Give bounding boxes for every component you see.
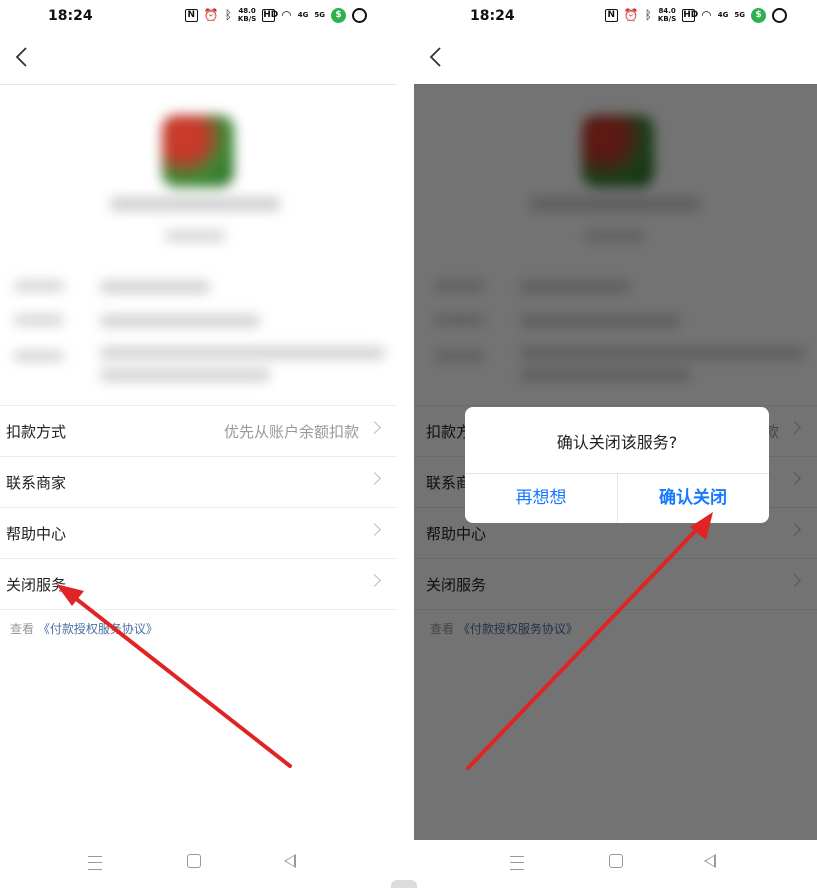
back-triangle-icon[interactable] <box>284 854 296 868</box>
signal-icon-2: 5G <box>314 11 325 19</box>
menu-icon[interactable] <box>88 856 102 870</box>
system-nav-bar <box>0 840 397 888</box>
merchant-logo <box>162 115 234 187</box>
dialog-title: 确认关闭该服务? <box>556 433 678 452</box>
chevron-left-icon[interactable] <box>10 44 36 70</box>
menu-item-close-service[interactable]: 关闭服务 <box>0 558 397 610</box>
network-speed: 48.0 KB/S <box>238 7 256 23</box>
alarm-icon: ⏰ <box>203 8 219 22</box>
alarm-icon: ⏰ <box>623 8 639 22</box>
chevron-right-icon <box>368 523 381 536</box>
chevron-right-icon <box>368 421 381 434</box>
screen-step-2: 18:24 N ⏰ ᛒ 84.0 KB/S HD ◠ 4G 5G $ 确认关闭该… <box>414 0 817 888</box>
wifi-icon: ◠ <box>701 8 712 22</box>
back-triangle-icon[interactable] <box>704 854 716 868</box>
network-speed: 84.0 KB/S <box>658 7 676 23</box>
menu-item-label: 帮助中心 <box>6 525 67 543</box>
chevron-right-icon <box>368 472 381 485</box>
network-speed-unit: KB/S <box>657 15 677 23</box>
loading-icon <box>772 7 787 23</box>
menu-item-label: 联系商家 <box>6 474 67 492</box>
nfc-icon: N <box>604 8 618 22</box>
shield-icon: $ <box>331 7 346 23</box>
settings-menu: 扣款方式 优先从账户余额扣款 联系商家 帮助中心 关闭服务 <box>0 405 397 610</box>
status-time: 18:24 <box>470 8 515 24</box>
bluetooth-icon: ᛒ <box>644 8 652 22</box>
bluetooth-icon: ᛒ <box>224 8 232 22</box>
agreement-text: 查看 《付款授权服务协议》 <box>10 620 158 637</box>
system-nav-bar <box>414 840 817 888</box>
loading-icon <box>352 7 367 23</box>
confirm-close-button[interactable]: 确认关闭 <box>617 473 769 523</box>
menu-item-value: 优先从账户余额扣款 <box>223 423 359 441</box>
home-icon[interactable] <box>187 854 201 868</box>
chevron-right-icon <box>368 574 381 587</box>
network-speed-value: 84.0 <box>658 7 676 15</box>
signal-icon-1: 4G <box>717 11 729 19</box>
status-bar: 18:24 N ⏰ ᛒ 84.0 KB/S HD ◠ 4G 5G $ <box>414 0 817 34</box>
hd-icon: HD <box>262 8 279 22</box>
agreement-prefix: 查看 <box>10 622 35 636</box>
nfc-icon: N <box>184 8 198 22</box>
chevron-left-icon[interactable] <box>424 44 450 70</box>
status-icons: N ⏰ ᛒ 48.0 KB/S HD ◠ 4G 5G $ <box>184 7 367 23</box>
menu-item-payment-method[interactable]: 扣款方式 优先从账户余额扣款 <box>0 405 397 456</box>
network-speed-unit: KB/S <box>237 15 257 23</box>
network-speed-value: 48.0 <box>238 7 256 15</box>
menu-item-label: 关闭服务 <box>6 576 67 594</box>
confirm-dialog: 确认关闭该服务? 再想想 确认关闭 <box>465 407 769 523</box>
panel-gap <box>397 0 414 888</box>
home-icon[interactable] <box>609 854 623 868</box>
screen-step-1: 18:24 N ⏰ ᛒ 48.0 KB/S HD ◠ 4G 5G $ 扣款方式 … <box>0 0 397 888</box>
menu-item-contact-merchant[interactable]: 联系商家 <box>0 456 397 507</box>
status-bar: 18:24 N ⏰ ᛒ 48.0 KB/S HD ◠ 4G 5G $ <box>0 0 397 34</box>
wifi-icon: ◠ <box>281 8 292 22</box>
status-icons: N ⏰ ᛒ 84.0 KB/S HD ◠ 4G 5G $ <box>604 7 787 23</box>
merchant-info-blurred <box>0 85 397 403</box>
shield-icon: $ <box>751 7 766 23</box>
cancel-button[interactable]: 再想想 <box>465 473 617 523</box>
menu-item-label: 扣款方式 <box>6 423 67 441</box>
hd-icon: HD <box>682 8 699 22</box>
bottom-handle <box>391 880 417 888</box>
menu-icon[interactable] <box>510 856 524 870</box>
menu-item-help-center[interactable]: 帮助中心 <box>0 507 397 558</box>
status-time: 18:24 <box>48 8 93 24</box>
agreement-link[interactable]: 《付款授权服务协议》 <box>38 622 158 636</box>
signal-icon-2: 5G <box>734 11 745 19</box>
signal-icon-1: 4G <box>297 11 309 19</box>
